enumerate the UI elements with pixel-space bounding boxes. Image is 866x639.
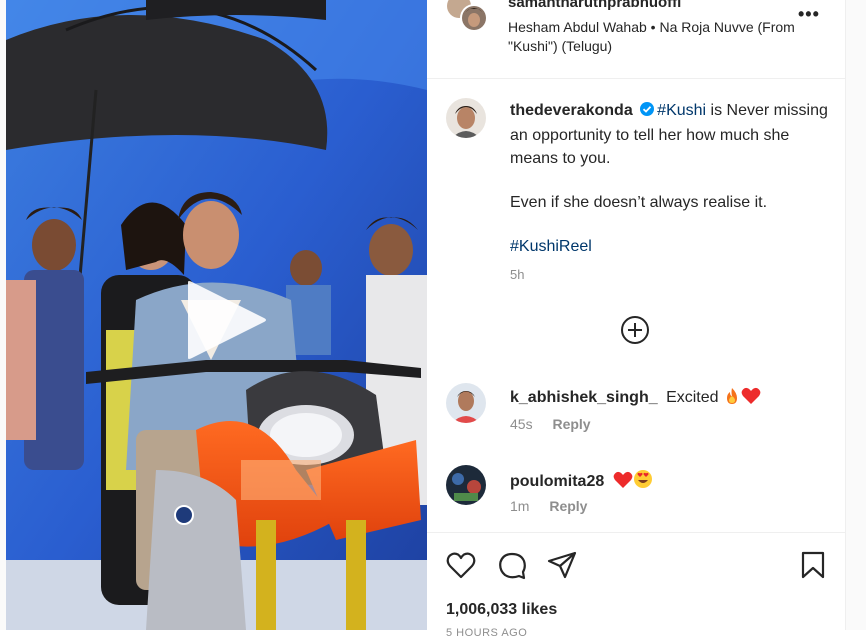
save-icon[interactable] <box>800 551 826 584</box>
heart-emoji <box>613 471 633 494</box>
fire-emoji <box>723 387 741 410</box>
reply-button[interactable]: Reply <box>549 498 587 514</box>
load-more-comments-icon[interactable] <box>620 315 650 350</box>
comment-time: 1m <box>510 498 530 514</box>
collab-avatars[interactable] <box>446 0 488 36</box>
heart-icon[interactable] <box>446 551 476 584</box>
post-username[interactable]: samantharuthprabhuoffl <box>508 0 681 11</box>
comment-username[interactable]: poulomita28 <box>510 473 604 490</box>
heart-eyes-emoji <box>633 469 653 494</box>
caption-line-2: Even if she doesn’t always realise it. <box>510 194 768 211</box>
verified-badge-icon <box>639 101 655 124</box>
post-header: samantharuthprabhuoffl Hesham Abdul Waha… <box>427 0 845 79</box>
comment-text: Excited <box>666 389 719 406</box>
comment-avatar[interactable] <box>446 465 486 505</box>
hashtag-kushi[interactable]: #Kushi <box>657 102 706 119</box>
caption-time: 5h <box>510 267 525 282</box>
comment-avatar[interactable] <box>446 383 486 423</box>
share-icon[interactable] <box>547 551 577 584</box>
caption-username[interactable]: thedeverakonda <box>510 102 633 119</box>
caption-text: thedeverakonda #Kushi is Never missing a… <box>510 99 830 258</box>
post-details-panel: samantharuthprabhuoffl Hesham Abdul Waha… <box>427 0 845 639</box>
play-icon[interactable] <box>188 280 268 360</box>
comment-time: 45s <box>510 416 533 432</box>
audio-track[interactable]: Hesham Abdul Wahab • Na Roja Nuvve (From… <box>508 18 798 56</box>
scrollbar-track[interactable] <box>845 0 866 630</box>
likes-count[interactable]: 1,006,033 likes <box>446 601 557 619</box>
heart-emoji <box>741 387 761 410</box>
post-time-ago: 5 HOURS AGO <box>446 627 528 639</box>
comment-username[interactable]: k_abhishek_singh_ <box>510 389 658 406</box>
reply-button[interactable]: Reply <box>552 416 590 432</box>
action-bar: 1,006,033 likes 5 HOURS AGO <box>427 532 845 639</box>
hashtag-kushireel[interactable]: #KushiReel <box>510 238 592 255</box>
more-options-icon[interactable]: ••• <box>798 4 820 25</box>
comment-icon[interactable] <box>497 551 527 586</box>
reel-video[interactable] <box>6 0 427 630</box>
comment-item: k_abhishek_singh_ Excited 45s Reply <box>427 383 845 463</box>
caption-avatar[interactable] <box>446 98 486 138</box>
